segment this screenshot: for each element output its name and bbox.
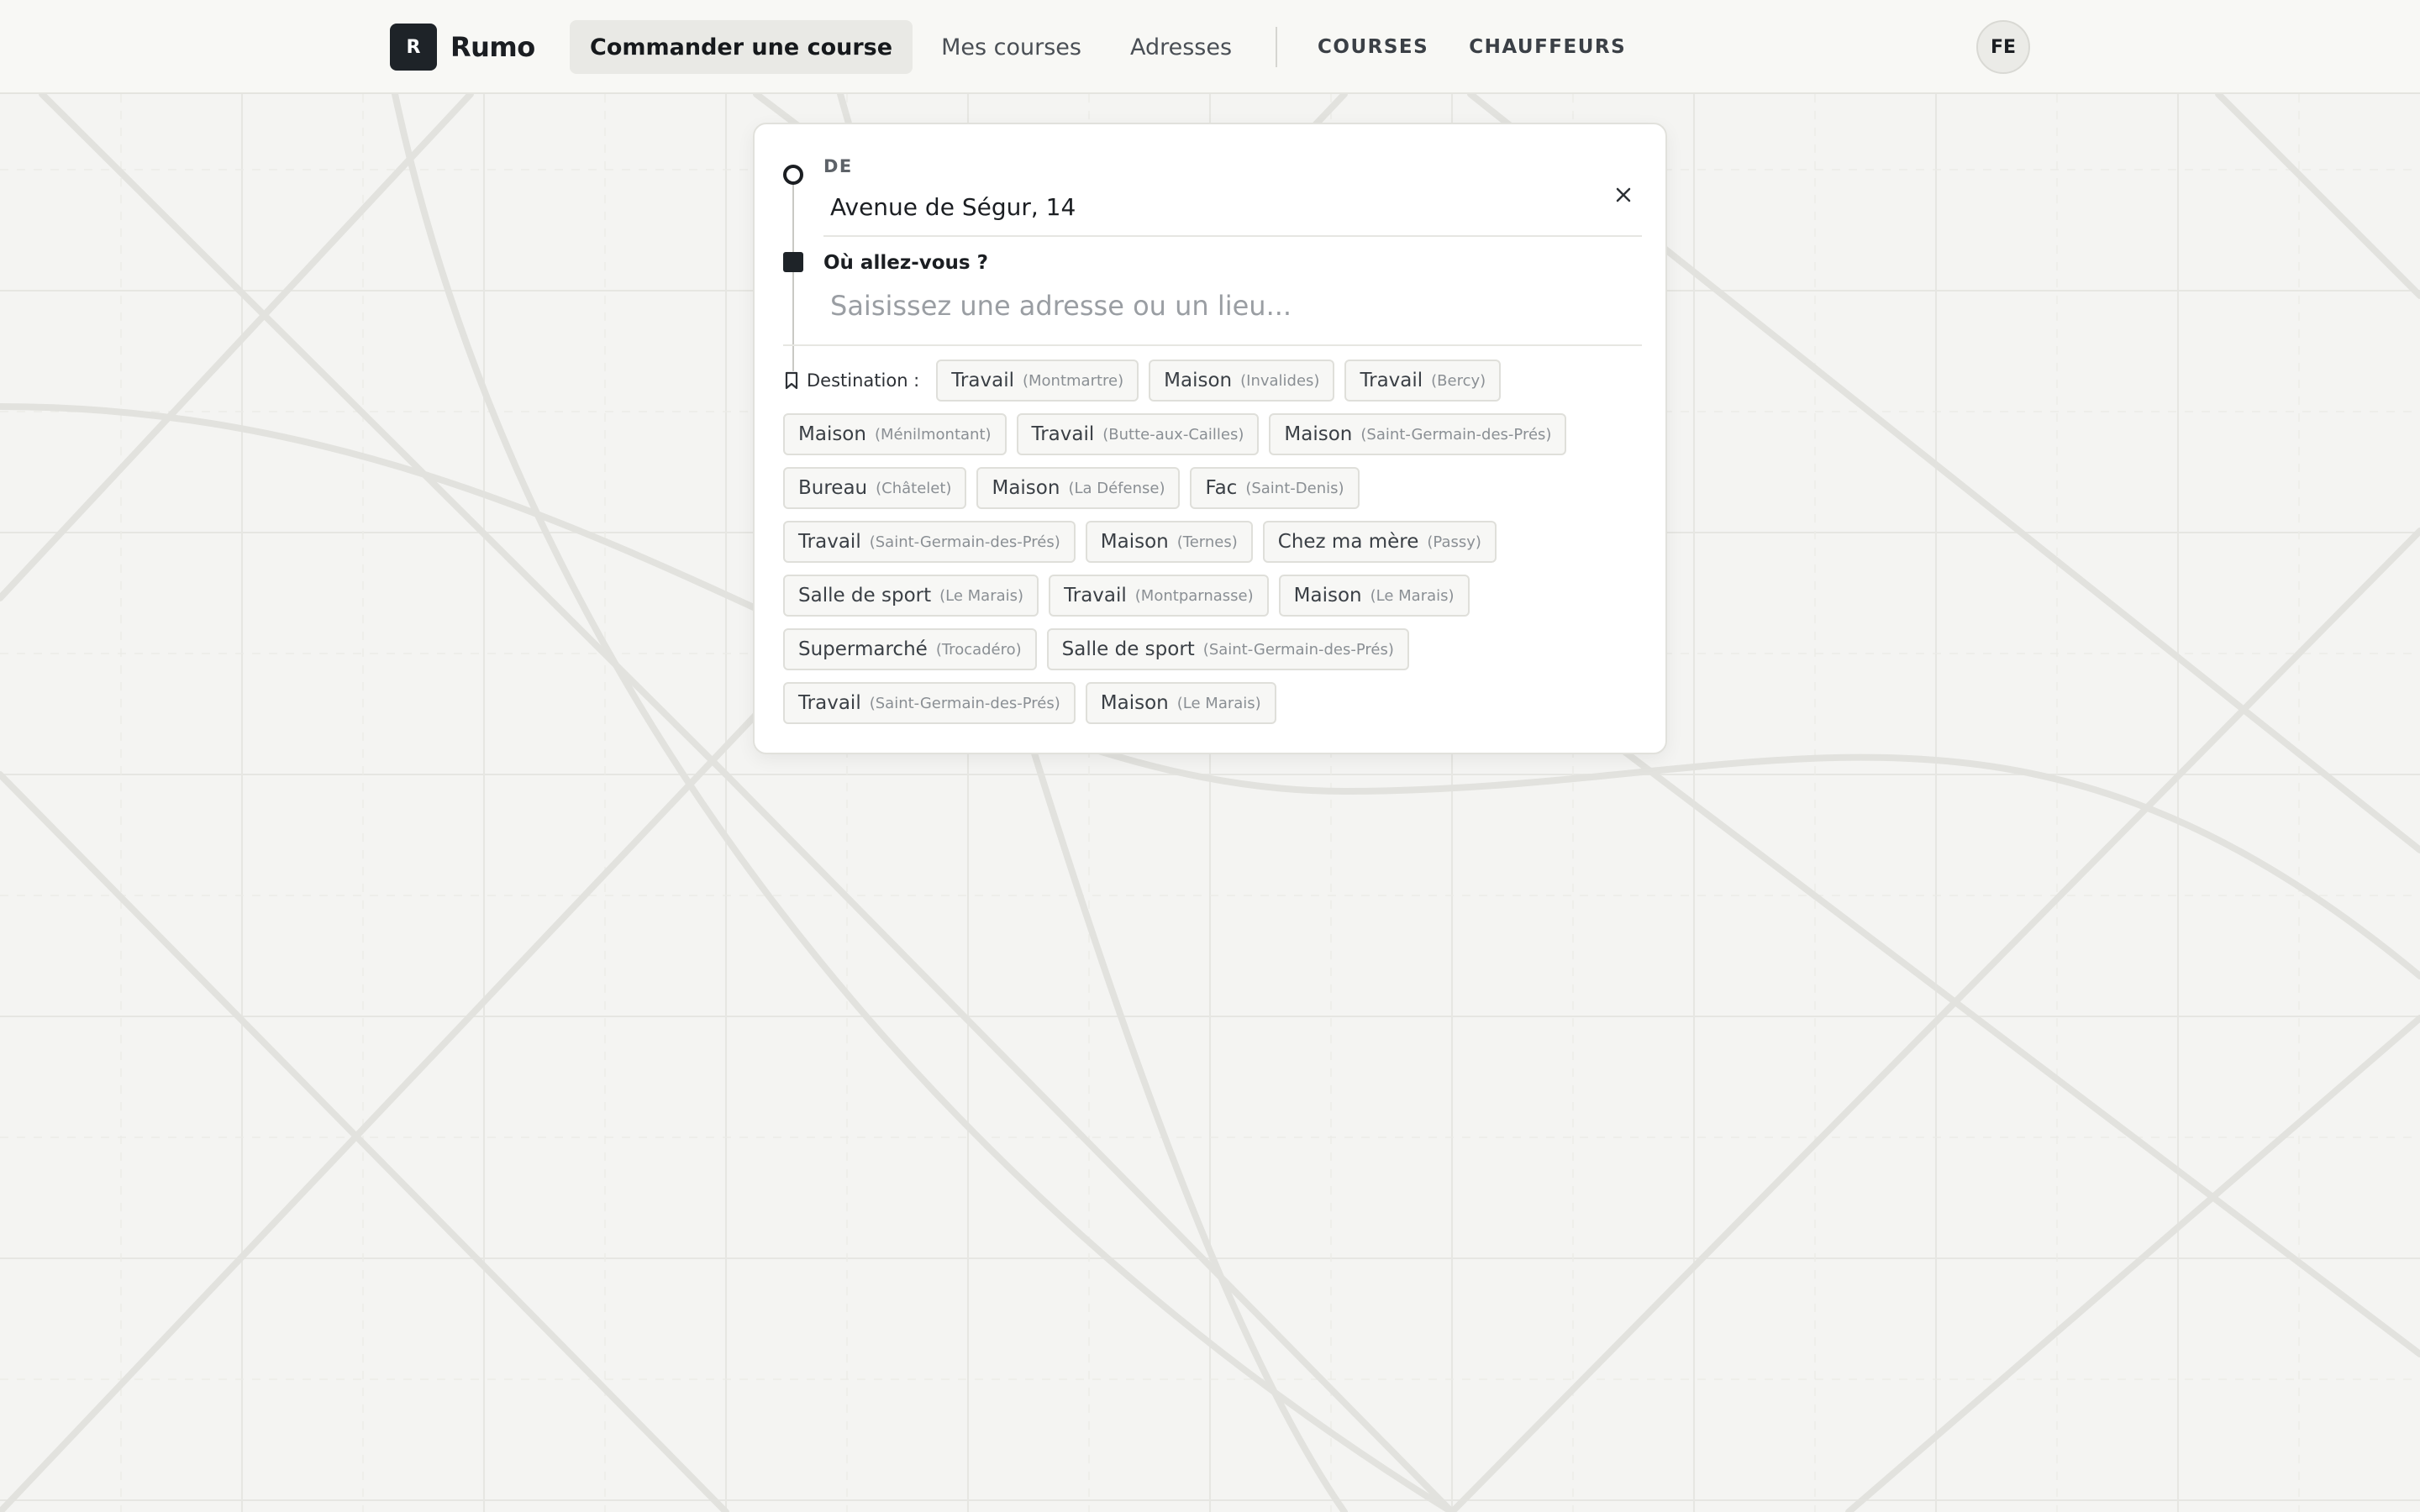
destination-chip-name: Supermarché: [798, 638, 928, 660]
destination-chip-area: (Le Marais): [939, 586, 1024, 605]
route-connector: [792, 183, 794, 371]
destination-chip-name: Maison: [1164, 370, 1233, 391]
destination-chip-area: (Le Marais): [1176, 694, 1261, 712]
destination-chip[interactable]: Fac (Saint-Denis): [1190, 467, 1360, 509]
destination-chip[interactable]: Travail (Butte-aux-Cailles): [1016, 413, 1260, 455]
nav-commander-une-course[interactable]: Commander une course: [570, 20, 913, 74]
destination-chip-name: Travail: [1064, 585, 1127, 606]
destination-chip-name: Maison: [992, 477, 1060, 499]
destination-chip-name: Travail: [951, 370, 1014, 391]
booking-panel: DE Où allez-vous ? Destination : Travail…: [753, 123, 1667, 754]
nav-mes-courses[interactable]: Mes courses: [921, 20, 1102, 74]
destination-chip-area: (Passy): [1427, 533, 1481, 551]
destination-chip-area: (Ménilmontant): [874, 425, 992, 444]
destination-chip-name: Salle de sport: [1061, 638, 1195, 660]
destinations-label: Destination :: [783, 360, 919, 402]
logo-icon: R: [390, 24, 437, 71]
user-avatar[interactable]: FE: [1976, 20, 2030, 74]
destination-chip[interactable]: Travail (Montparnasse): [1049, 575, 1269, 617]
saved-destinations: Destination : Travail (Montmartre) Maison (…: [783, 360, 1644, 724]
destination-chip-name: Fac: [1205, 477, 1238, 499]
divider: [823, 235, 1642, 237]
destination-chip[interactable]: Travail (Bercy): [1344, 360, 1502, 402]
destination-chip-area: (Trocadéro): [935, 640, 1022, 659]
origin-marker-icon: [783, 165, 803, 185]
destination-chip-area: (Ternes): [1176, 533, 1238, 551]
destination-chip-name: Travail: [798, 692, 861, 714]
destination-chip[interactable]: Travail (Montmartre): [936, 360, 1139, 402]
divider: [783, 344, 1642, 346]
app-name: Rumo: [450, 31, 535, 63]
close-icon: [1616, 187, 1631, 202]
nav-courses[interactable]: COURSES: [1297, 20, 1449, 74]
destination-chip[interactable]: Travail (Saint-Germain-des-Prés): [783, 682, 1076, 724]
destination-chip-name: Travail: [1360, 370, 1423, 391]
destination-chip-area: (Saint-Germain-des-Prés): [1202, 640, 1394, 659]
brand[interactable]: R Rumo: [390, 24, 535, 71]
destination-chip-area: (Châtelet): [876, 479, 952, 497]
destination-chip-area: (Invalides): [1240, 371, 1320, 390]
destination-input[interactable]: [823, 281, 1642, 331]
destination-chip-name: Travail: [798, 531, 861, 553]
destination-chip[interactable]: Maison (Le Marais): [1278, 575, 1470, 617]
destination-chip-area: (Montparnasse): [1134, 586, 1254, 605]
from-label: DE: [823, 156, 853, 176]
destination-chip-name: Maison: [1100, 531, 1169, 553]
destination-chip-area: (Saint-Germain-des-Prés): [869, 694, 1060, 712]
clear-from-button[interactable]: [1603, 175, 1644, 215]
destination-chip-name: Chez ma mère: [1277, 531, 1419, 553]
destination-chip-name: Travail: [1031, 423, 1095, 445]
nav-divider: [1276, 27, 1278, 67]
destination-chip[interactable]: Chez ma mère (Passy): [1262, 521, 1497, 563]
destination-chip[interactable]: Travail (Saint-Germain-des-Prés): [783, 521, 1076, 563]
destination-chip[interactable]: Supermarché (Trocadéro): [783, 628, 1037, 670]
destination-chip[interactable]: Maison (La Défense): [976, 467, 1181, 509]
destination-chip-area: (Saint-Germain-des-Prés): [1360, 425, 1552, 444]
destination-chip-area: (La Défense): [1068, 479, 1165, 497]
destination-chip-name: Maison: [1100, 692, 1169, 714]
destination-chip-name: Maison: [1293, 585, 1362, 606]
destination-chip[interactable]: Maison (Le Marais): [1085, 682, 1276, 724]
destination-chip-area: (Saint-Denis): [1245, 479, 1344, 497]
destination-chip[interactable]: Maison (Ménilmontant): [783, 413, 1007, 455]
main-nav: Commander une course Mes courses Adresse…: [570, 20, 1646, 74]
destination-chip-name: Bureau: [798, 477, 868, 499]
destination-chip-area: (Bercy): [1431, 371, 1486, 390]
destination-chip[interactable]: Salle de sport (Le Marais): [783, 575, 1039, 617]
destination-chip[interactable]: Maison (Ternes): [1085, 521, 1253, 563]
from-address-input[interactable]: [823, 183, 1613, 230]
destination-marker-icon: [783, 252, 803, 272]
destination-chip-name: Maison: [798, 423, 866, 445]
nav-adresses[interactable]: Adresses: [1110, 20, 1252, 74]
destination-chip-name: Salle de sport: [798, 585, 932, 606]
destinations-label-text: Destination :: [807, 370, 920, 391]
destination-chip-area: (Montmartre): [1022, 371, 1124, 390]
destination-chip-area: (Butte-aux-Cailles): [1102, 425, 1244, 444]
destination-chip-area: (Saint-Germain-des-Prés): [869, 533, 1060, 551]
nav-chauffeurs[interactable]: CHAUFFEURS: [1449, 20, 1646, 74]
to-label: Où allez-vous ?: [823, 252, 988, 274]
destination-chip[interactable]: Salle de sport (Saint-Germain-des-Prés): [1046, 628, 1409, 670]
destination-chip[interactable]: Maison (Invalides): [1149, 360, 1335, 402]
destination-chip-area: (Le Marais): [1370, 586, 1455, 605]
destination-chip[interactable]: Maison (Saint-Germain-des-Prés): [1269, 413, 1567, 455]
top-navigation-bar: R Rumo Commander une course Mes courses …: [0, 0, 2420, 94]
destination-chip[interactable]: Bureau (Châtelet): [783, 467, 967, 509]
bookmark-icon: [785, 371, 798, 390]
destination-chip-name: Maison: [1284, 423, 1353, 445]
